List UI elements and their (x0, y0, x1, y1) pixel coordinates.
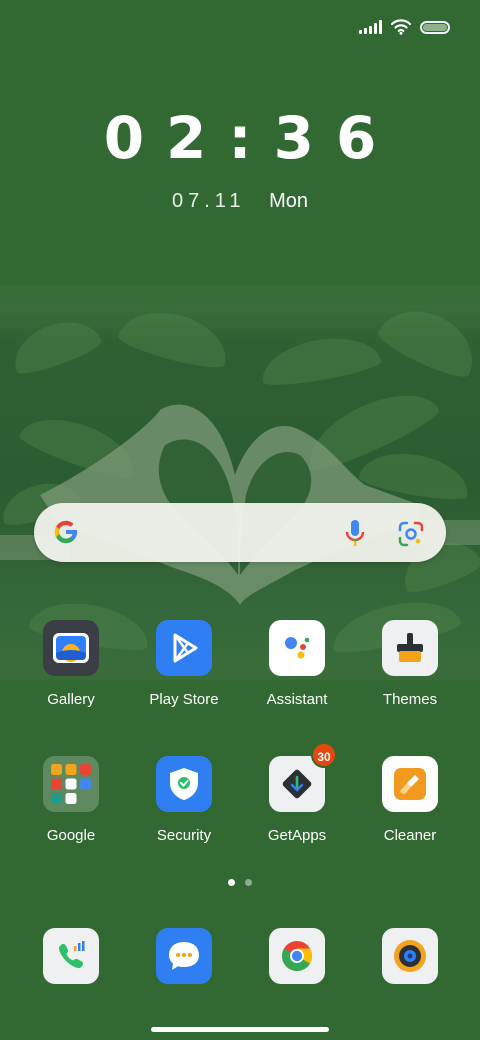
battery-icon (420, 20, 450, 34)
messages-icon (156, 928, 212, 984)
dock-camera[interactable] (355, 928, 465, 984)
clock-time[interactable]: 02:36 (0, 104, 480, 172)
app-label: GetApps (267, 827, 327, 844)
app-label: Assistant (266, 691, 328, 708)
clock-day: Mon (269, 190, 309, 212)
play-store-icon (156, 620, 212, 676)
app-label: Gallery (47, 691, 95, 708)
notification-badge: 30 (311, 742, 337, 768)
app-label: Google (46, 827, 96, 844)
app-cleaner[interactable]: Cleaner (355, 756, 465, 844)
gallery-icon (43, 620, 99, 676)
dock-chrome[interactable] (242, 928, 352, 984)
cleaner-icon (382, 756, 438, 812)
google-lens-icon[interactable] (398, 521, 424, 547)
app-themes[interactable]: Themes (355, 620, 465, 708)
status-bar (359, 14, 450, 40)
themes-icon (382, 620, 438, 676)
app-label: Security (156, 827, 212, 844)
app-gallery[interactable]: Gallery (16, 620, 126, 708)
app-folder-google[interactable]: Google (16, 756, 126, 844)
app-assistant[interactable]: Assistant (242, 620, 352, 708)
app-label: Play Store (149, 691, 219, 708)
phone-icon (43, 928, 99, 984)
page-dot-active (228, 879, 235, 886)
clock-date-row[interactable]: 07.11 Mon (0, 190, 480, 213)
google-folder-icon (43, 756, 99, 812)
app-label: Cleaner (383, 827, 437, 844)
home-gesture-bar[interactable] (151, 1027, 329, 1032)
google-g-icon (54, 520, 78, 544)
page-indicator[interactable] (0, 879, 480, 886)
dock-messages[interactable] (129, 928, 239, 984)
security-icon (156, 756, 212, 812)
wifi-icon (391, 19, 411, 35)
dock-phone[interactable] (16, 928, 126, 984)
chrome-icon (269, 928, 325, 984)
camera-icon (382, 928, 438, 984)
page-dot (245, 879, 252, 886)
app-getapps[interactable]: 30 GetApps (242, 742, 352, 844)
google-search-bar[interactable] (34, 503, 446, 562)
app-play-store[interactable]: Play Store (129, 620, 239, 708)
mic-icon[interactable] (344, 519, 366, 547)
signal-icon (359, 20, 382, 34)
assistant-icon (269, 620, 325, 676)
clock-date: 07.11 (171, 190, 246, 212)
getapps-icon: 30 (269, 742, 337, 812)
app-security[interactable]: Security (129, 756, 239, 844)
app-label: Themes (382, 691, 438, 708)
